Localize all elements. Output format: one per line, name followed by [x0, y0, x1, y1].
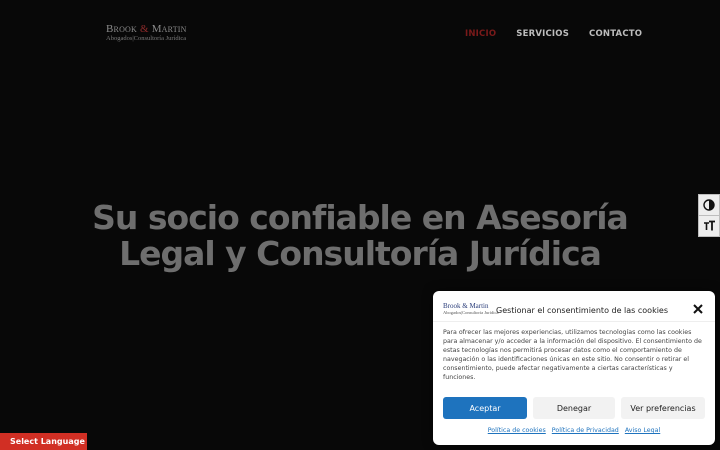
logo-tagline: Abogados|Consultoría Jurídica [106, 35, 187, 42]
select-language-button[interactable]: Select Language [0, 433, 87, 450]
hero-title-line1: Su socio confiable en Asesoría [92, 198, 629, 237]
cookie-logo: Brook & Martin Abogados|Consultoría Jurí… [443, 302, 499, 317]
cookie-logo-brand: Brook & Martin [443, 302, 489, 310]
deny-button[interactable]: Denegar [533, 397, 615, 419]
cookie-title: Gestionar el consentimiento de las cooki… [496, 305, 669, 315]
privacy-policy-link[interactable]: Política de Privacidad [552, 427, 619, 434]
close-icon [693, 304, 703, 314]
logo-brand: Brook & Martin [106, 23, 187, 35]
cookie-divider [433, 321, 715, 322]
accept-button[interactable]: Aceptar [443, 397, 527, 419]
cookie-policy-link[interactable]: Política de cookies [488, 427, 546, 434]
cookie-logo-tagline: Abogados|Consultoría Jurídica [443, 310, 499, 315]
hero: Su socio confiable en Asesoría Legal y C… [0, 200, 720, 272]
legal-notice-link[interactable]: Aviso Legal [625, 427, 660, 434]
text-size-icon [703, 220, 715, 231]
cookie-message: Para ofrecer las mejores experiencias, u… [443, 329, 702, 381]
cookie-actions: Aceptar Denegar Ver preferencias [443, 397, 705, 419]
contrast-toggle-button[interactable] [698, 194, 720, 216]
nav-item-servicios[interactable]: SERVICIOS [516, 29, 569, 39]
cookie-header: Brook & Martin Abogados|Consultoría Jurí… [443, 300, 705, 320]
cookie-consent-dialog: Brook & Martin Abogados|Consultoría Jurí… [433, 291, 715, 445]
nav-item-contacto[interactable]: CONTACTO [589, 29, 642, 39]
hero-title: Su socio confiable en Asesoría Legal y C… [0, 200, 720, 272]
view-preferences-button[interactable]: Ver preferencias [621, 397, 705, 419]
main-nav: INICIO SERVICIOS CONTACTO [465, 29, 642, 39]
hero-title-line2: Legal y Consultoría Jurídica [119, 234, 602, 273]
site-logo[interactable]: Brook & Martin Abogados|Consultoría Jurí… [106, 24, 194, 46]
close-button[interactable] [691, 302, 705, 316]
nav-item-inicio[interactable]: INICIO [465, 29, 496, 39]
text-size-button[interactable] [698, 215, 720, 237]
contrast-icon [703, 199, 715, 211]
cookie-links: Política de cookies Política de Privacid… [433, 427, 715, 434]
